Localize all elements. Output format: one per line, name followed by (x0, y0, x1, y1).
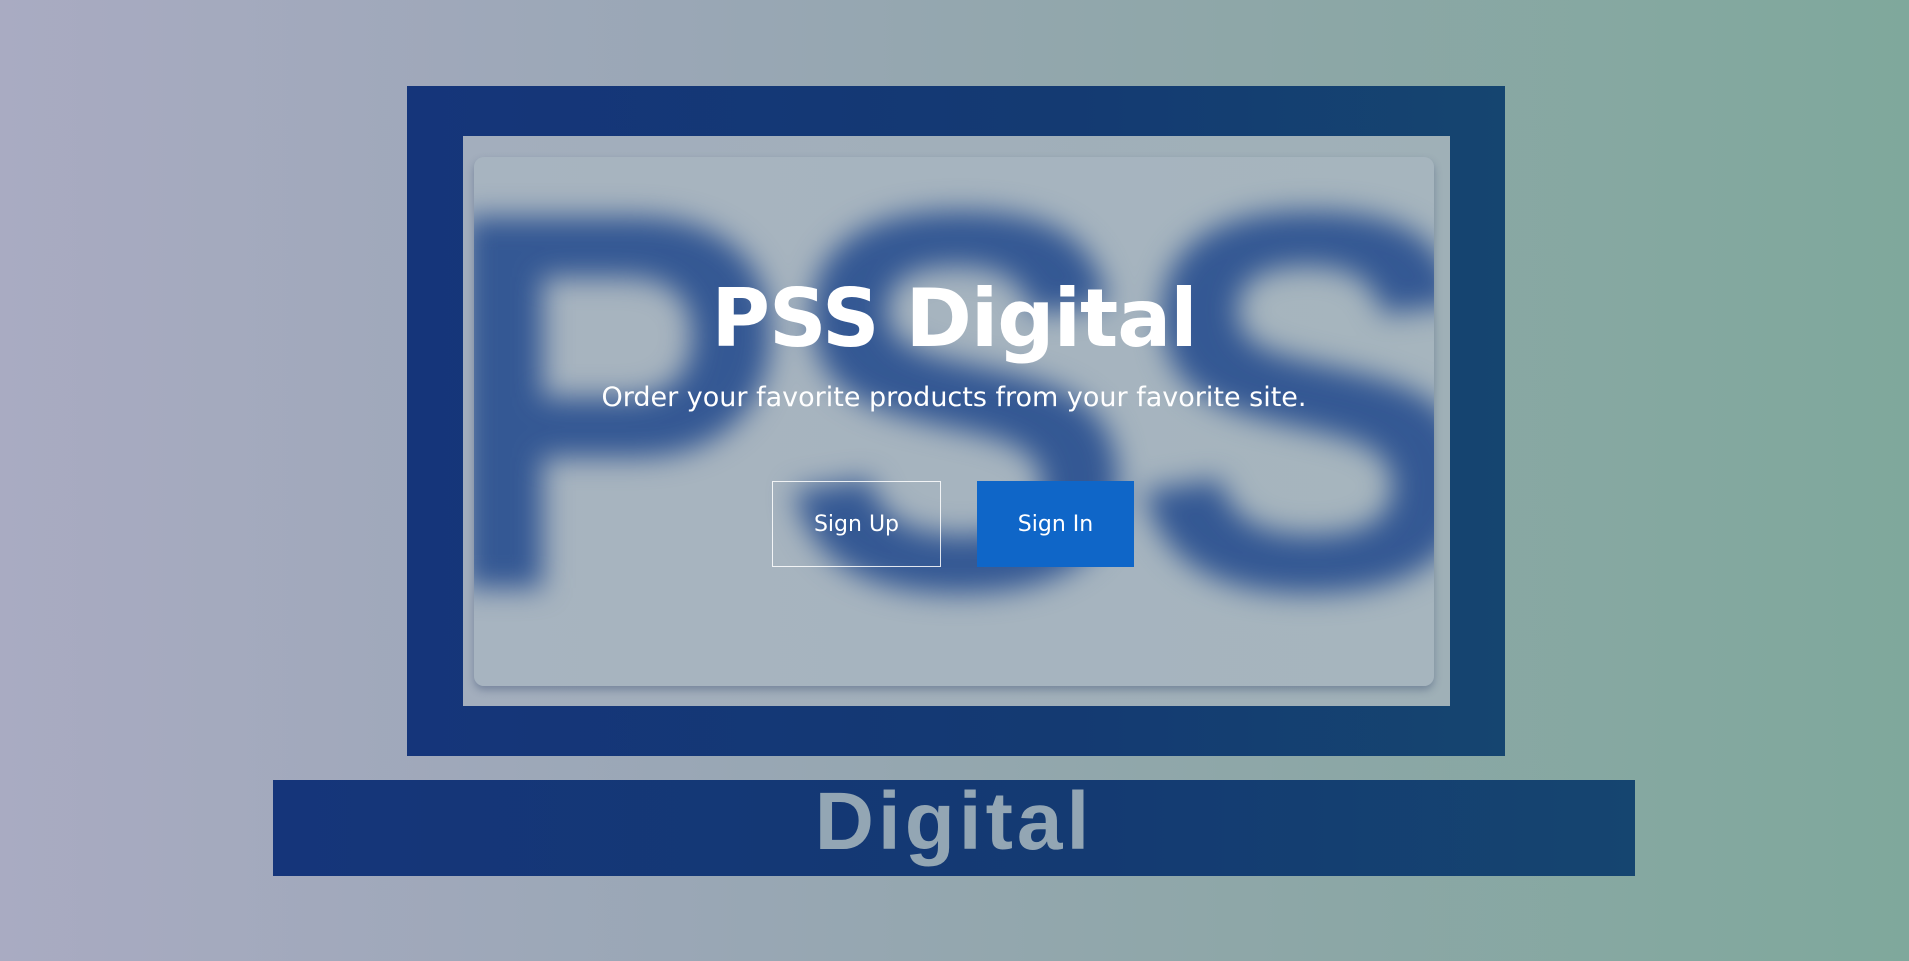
logo-stand-text: Digital (814, 776, 1094, 867)
hero-content: PSS Digital Order your favorite products… (474, 157, 1434, 686)
page-subtitle: Order your favorite products from your f… (601, 382, 1307, 413)
sign-up-button[interactable]: Sign Up (772, 481, 941, 567)
hero-card: PSS PSS Digital Order your favorite prod… (474, 157, 1434, 686)
sign-in-button[interactable]: Sign In (977, 481, 1134, 567)
page-title: PSS Digital (711, 272, 1197, 365)
logo-stand-bar: Digital (273, 780, 1635, 876)
